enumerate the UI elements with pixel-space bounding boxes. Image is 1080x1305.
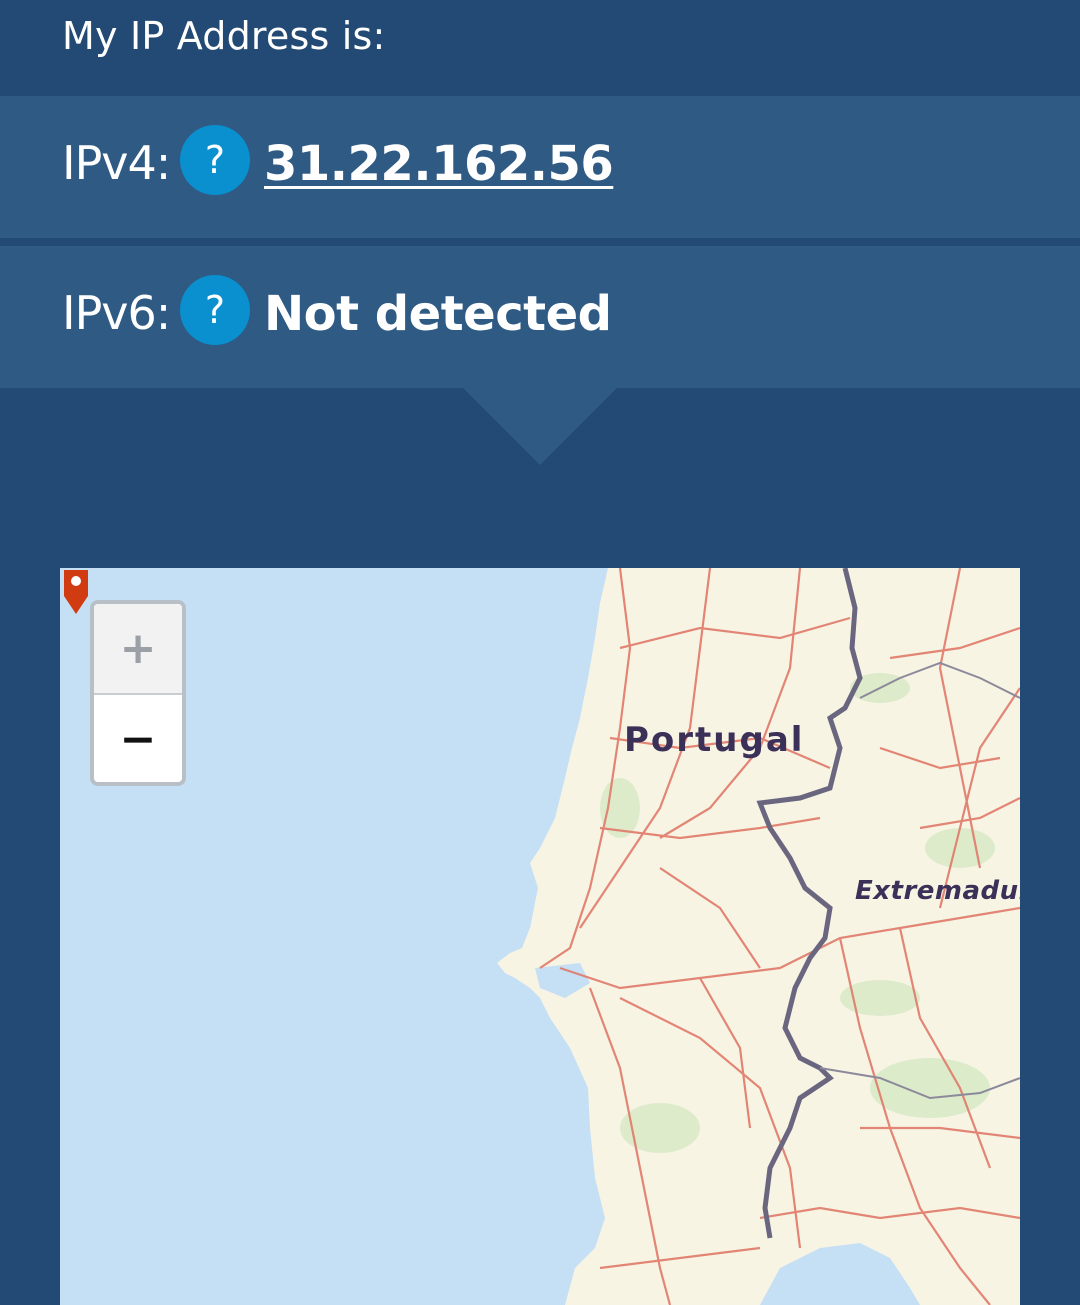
map-label-country: Portugal — [624, 720, 805, 760]
header: My IP Address is: — [0, 0, 1080, 94]
map-label-region: Extremadur — [855, 876, 1020, 906]
ipv6-label: IPv6: — [62, 286, 171, 340]
ipv4-help-button[interactable]: ? — [180, 125, 250, 195]
zoom-control: + − — [90, 600, 186, 786]
ipv4-address-link[interactable]: 31.22.162.56 — [264, 136, 614, 192]
ipv6-status: Not detected — [264, 286, 612, 342]
pointer-arrow — [463, 388, 617, 465]
zoom-out-button[interactable]: − — [94, 695, 182, 782]
ipv6-help-button[interactable]: ? — [180, 275, 250, 345]
location-map[interactable]: + − Portugal Extremadur — [60, 568, 1020, 1305]
ipv4-row: IPv4: ? 31.22.162.56 — [0, 96, 1080, 238]
map-tiles — [497, 568, 1020, 1305]
ipv4-label: IPv4: — [62, 136, 171, 190]
ipv6-row: IPv6: ? Not detected — [0, 246, 1080, 388]
header-title: My IP Address is: — [62, 14, 386, 58]
zoom-in-button[interactable]: + — [94, 604, 182, 695]
map-pin-icon[interactable] — [60, 568, 92, 616]
